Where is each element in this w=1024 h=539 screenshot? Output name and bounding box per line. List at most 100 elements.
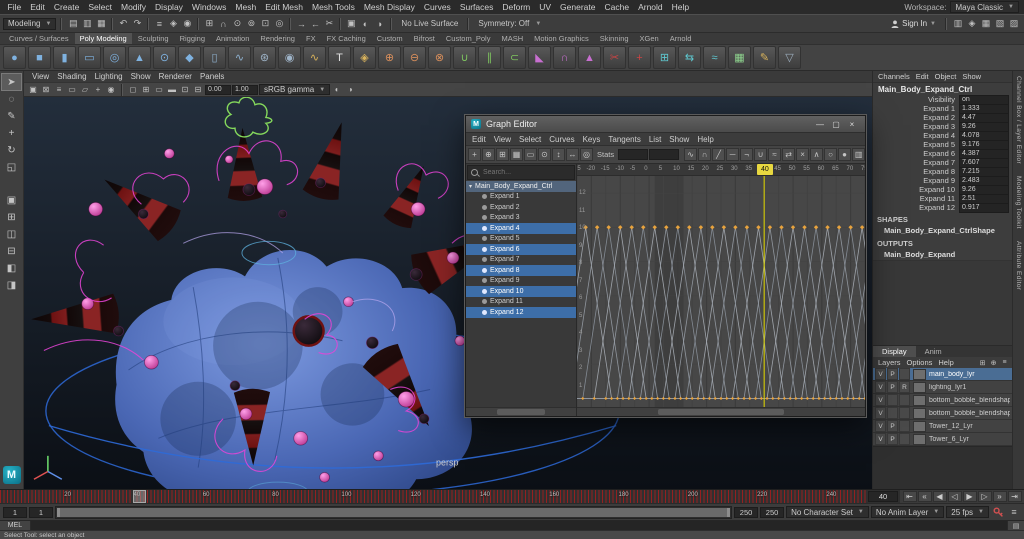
boolean-intersection-icon[interactable]: ⊗: [428, 46, 451, 69]
layer-visibility-toggle[interactable]: V: [875, 394, 886, 406]
layer-visibility-toggle[interactable]: V: [875, 420, 886, 432]
scale-tool[interactable]: ◱: [2, 159, 21, 175]
layer-visibility-toggle[interactable]: V: [875, 381, 886, 393]
clamped-tangents-icon[interactable]: ∩: [698, 148, 712, 161]
shelf-tab-mash[interactable]: MASH: [496, 33, 528, 44]
lasso-tool[interactable]: ◌: [2, 91, 21, 107]
menu-deform[interactable]: Deform: [498, 2, 535, 12]
minimize-button[interactable]: —: [812, 119, 828, 130]
layer-color-swatch[interactable]: [913, 394, 926, 406]
sweep-mesh-icon[interactable]: ∿: [303, 46, 326, 69]
step-forward-frame-button[interactable]: ▷: [977, 491, 992, 502]
select-by-hierarchy-icon[interactable]: ≡: [152, 17, 166, 31]
menu-select[interactable]: Select: [84, 2, 117, 12]
channel-name[interactable]: Expand 8: [873, 167, 959, 176]
shelf-tab-rendering[interactable]: Rendering: [255, 33, 300, 44]
panel-tab-attribute-editor[interactable]: Attribute Editor: [1015, 241, 1022, 290]
plateau-tangents-icon[interactable]: ∪: [754, 148, 768, 161]
viewport-menu-show[interactable]: Show: [127, 72, 155, 81]
menu-surfaces[interactable]: Surfaces: [455, 2, 498, 12]
shelf-tab-custom-poly[interactable]: Custom_Poly: [441, 33, 496, 44]
channel-name[interactable]: Expand 6: [873, 149, 959, 158]
snap-to-projected-center-icon[interactable]: ⊚: [244, 17, 258, 31]
two-pane-stacked-layout[interactable]: ⊟: [2, 243, 21, 259]
construction-history-icon[interactable]: ✂: [322, 17, 336, 31]
ge-menu-select[interactable]: Select: [515, 135, 545, 144]
anim-layer-dropdown[interactable]: No Anim Layer ▼: [870, 506, 945, 518]
layer-ref-toggle[interactable]: [899, 407, 910, 419]
auto-keyframe-toggle[interactable]: [991, 505, 1005, 519]
layer-ref-toggle[interactable]: R: [899, 381, 910, 393]
toggle-attribute-editor-icon[interactable]: ▦: [979, 17, 993, 31]
poly-helix-icon[interactable]: ∿: [228, 46, 251, 69]
layer-visibility-toggle[interactable]: V: [875, 407, 886, 419]
snap-to-grid-icon[interactable]: ⊞: [202, 17, 216, 31]
linear-tangents-icon[interactable]: ╱: [712, 148, 726, 161]
layer-visibility-toggle[interactable]: V: [875, 368, 886, 380]
channel-value-field[interactable]: 0.917: [959, 202, 1009, 213]
layer-menu-help[interactable]: Help: [935, 358, 956, 367]
retime-tool-icon[interactable]: ⊙: [538, 148, 551, 161]
menu-windows[interactable]: Windows: [187, 2, 230, 12]
shelf-tab-curves-surfaces[interactable]: Curves / Surfaces: [4, 33, 74, 44]
ge-horizontal-scrollbar[interactable]: [577, 407, 865, 416]
ge-channel-expand-5[interactable]: Expand 5: [466, 234, 576, 245]
combine-icon[interactable]: ∪: [453, 46, 476, 69]
ge-search-input[interactable]: [481, 168, 571, 177]
layer-color-swatch[interactable]: [913, 420, 926, 432]
frame-playback-range-icon[interactable]: ↔: [566, 148, 579, 161]
front-facing-cone[interactable]: [292, 315, 325, 347]
range-slider-handle[interactable]: [57, 507, 731, 517]
layer-playback-toggle[interactable]: P: [887, 433, 898, 445]
menu-cache[interactable]: Cache: [600, 2, 634, 12]
channel-name[interactable]: Expand 9: [873, 176, 959, 185]
ge-channel-expand-2[interactable]: Expand 2: [466, 202, 576, 213]
layer-playback-toggle[interactable]: [887, 394, 898, 406]
frame-all-icon[interactable]: ↕: [552, 148, 565, 161]
command-line-input[interactable]: [31, 521, 1007, 530]
playback-start-field[interactable]: [3, 506, 27, 518]
menu-mesh-display[interactable]: Mesh Display: [359, 2, 419, 12]
time-slider[interactable]: 20 40 60 80 100 120 140 160 180 200 220 240: [0, 490, 866, 503]
layer-ref-toggle[interactable]: [899, 433, 910, 445]
ge-channel-expand-8[interactable]: Expand 8: [466, 265, 576, 276]
menu-edit-mesh[interactable]: Edit Mesh: [261, 2, 308, 12]
unify-tangents-icon[interactable]: ∧: [810, 148, 824, 161]
channel-name[interactable]: Expand 1: [873, 104, 959, 113]
camera-attributes-icon[interactable]: ≡: [53, 84, 65, 95]
reduce-icon[interactable]: ▽: [778, 46, 801, 69]
toggle-tool-settings-icon[interactable]: ▧: [993, 17, 1007, 31]
move-nearest-picked-key-icon[interactable]: +: [468, 148, 481, 161]
live-surface-indicator[interactable]: No Live Surface: [396, 19, 463, 28]
spline-tangents-icon[interactable]: ∿: [684, 148, 698, 161]
panel-tab-modeling-toolkit[interactable]: Modeling Toolkit: [1015, 176, 1022, 229]
input-connections-icon[interactable]: →: [294, 17, 308, 31]
ge-channel-expand-7[interactable]: Expand 7: [466, 255, 576, 266]
panel-tab-channel-box-layer-editor[interactable]: Channel Box / Layer Editor: [1015, 76, 1022, 164]
channel-name[interactable]: Expand 3: [873, 122, 959, 131]
ge-search-box[interactable]: [467, 165, 575, 180]
menu-edit[interactable]: Edit: [26, 2, 50, 12]
shelf-tab-custom[interactable]: Custom: [372, 33, 408, 44]
select-tool[interactable]: ➤: [1, 73, 22, 91]
paint-select-tool[interactable]: ✎: [2, 108, 21, 124]
ge-channel-expand-4[interactable]: Expand 4: [466, 223, 576, 234]
bookmarks-icon[interactable]: ▭: [66, 84, 78, 95]
menu-display[interactable]: Display: [151, 2, 188, 12]
shape-node-name[interactable]: Main_Body_Expand_CtrlShape: [873, 225, 1012, 236]
go-to-start-button[interactable]: ⇤: [902, 491, 917, 502]
snap-to-view-plane-icon[interactable]: ⊡: [258, 17, 272, 31]
undo-icon[interactable]: ↶: [116, 17, 130, 31]
create-empty-layer-icon[interactable]: ⊞: [977, 358, 988, 368]
current-frame-field[interactable]: [868, 491, 898, 502]
select-by-component-type-icon[interactable]: ◉: [180, 17, 194, 31]
multi-cut-icon[interactable]: ✂: [603, 46, 626, 69]
select-camera-icon[interactable]: ▣: [27, 84, 39, 95]
svg-create-icon[interactable]: ◈: [353, 46, 376, 69]
shelf-tab-animation[interactable]: Animation: [211, 33, 254, 44]
layer-ref-toggle[interactable]: [899, 420, 910, 432]
3d-type-icon[interactable]: T: [328, 46, 351, 69]
four-pane-layout[interactable]: ⊞: [2, 209, 21, 225]
channel-name[interactable]: Expand 7: [873, 158, 959, 167]
buffer-curve-snapshot-icon[interactable]: ≈: [768, 148, 782, 161]
